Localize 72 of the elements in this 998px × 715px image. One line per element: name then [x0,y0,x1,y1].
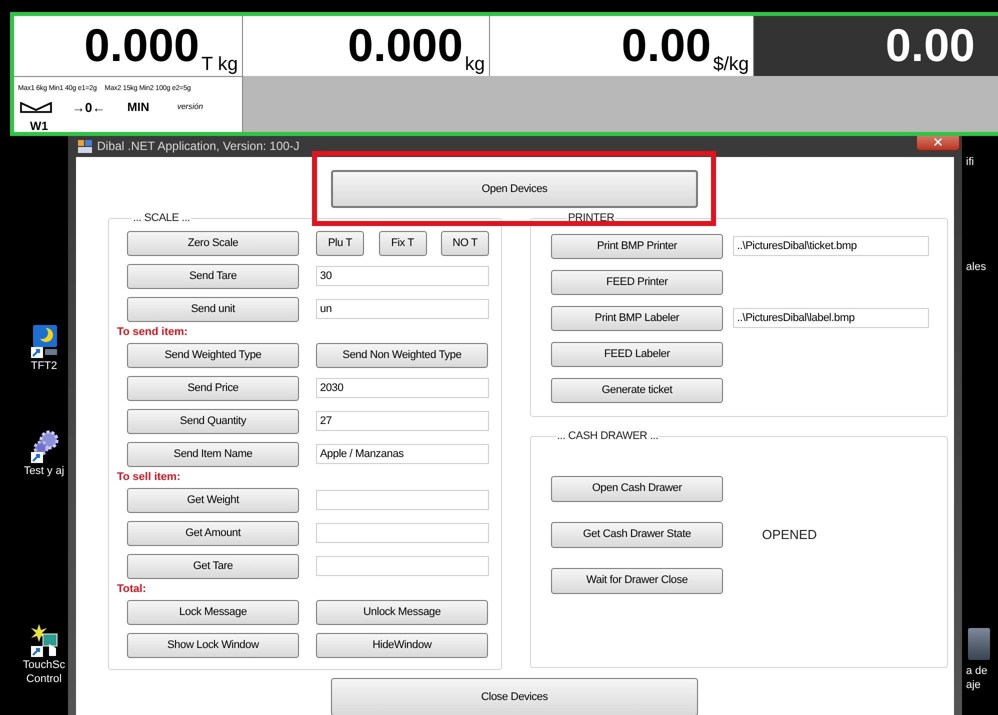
drawer-status: OPENED [762,526,817,544]
text-field[interactable]: 2030 [316,378,489,398]
text-field[interactable] [316,556,489,576]
action-button[interactable]: Open Devices [331,170,698,208]
action-button[interactable]: Wait for Drawer Close [551,568,723,594]
touch-screen-icon[interactable] [29,622,59,658]
action-button[interactable]: Print BMP Printer [551,234,723,258]
text-field[interactable]: ..\PicturesDibal\label.bmp [733,308,929,328]
action-button[interactable]: Send Non Weighted Type [316,342,488,368]
group-title: ... SCALE ... [132,211,191,226]
action-button[interactable]: FEED Labeler [551,342,723,366]
desktop-icon-label: ales [966,260,986,274]
text-field[interactable]: un [316,299,489,319]
action-button[interactable]: Send Tare [127,264,299,288]
desktop-icon-label: Test y aj [24,464,64,478]
action-button[interactable]: Get Amount [127,520,299,546]
action-button[interactable]: Generate ticket [551,378,723,402]
display-value: 0.000 [84,22,200,68]
desktop-icon-label: aje [966,678,982,692]
action-button[interactable]: NO T [441,230,489,256]
desktop-icon-label: TouchSc [22,658,66,672]
desktop-icon-label: TFT2 [30,359,58,373]
text-field[interactable] [316,490,489,510]
display-value: 0.00 [885,22,975,68]
section-heading: To send item: [117,326,189,338]
scale-id: W1 [30,120,49,132]
gears-icon[interactable] [29,428,59,464]
section-heading: Total: [117,582,148,596]
action-button[interactable]: Open Cash Drawer [551,476,723,502]
desktop-icon-label: Control [26,672,62,686]
action-button[interactable]: Plu T [316,230,364,256]
display-unit: $/kg [713,54,749,74]
action-button[interactable]: Send unit [127,296,299,322]
action-button[interactable]: Print BMP Labeler [551,306,723,330]
zero-indicator: →0← [72,98,106,116]
desktop-icon-label: ifi [966,155,974,169]
action-button[interactable]: Unlock Message [316,600,488,624]
text-field[interactable] [316,523,489,543]
min-indicator: MIN [127,99,150,116]
text-field[interactable]: Apple / Manzanas [316,444,489,464]
stability-icon [20,102,52,113]
app-icon [78,140,92,152]
action-button[interactable]: FEED Printer [551,270,723,294]
action-button[interactable]: Get Cash Drawer State [551,522,723,548]
display-value: 0.00 [622,22,712,68]
group-title: ... CASH DRAWER ... [556,429,660,444]
group-title: PRINTER [567,211,616,226]
action-button[interactable]: Get Tare [127,554,299,578]
action-button[interactable]: Send Price [127,376,299,400]
desktop-icon-label: a de [966,664,988,678]
moon-app-icon[interactable] [29,323,59,359]
window-title: Dibal .NET Application, Version: 100-J [97,138,300,155]
close-icon [932,136,944,148]
action-button[interactable]: Close Devices [331,678,698,715]
text-field[interactable]: 30 [316,266,489,286]
action-button[interactable]: Show Lock Window [127,632,299,658]
text-field[interactable]: ..\PicturesDibal\ticket.bmp [733,236,929,256]
section-heading: To sell item: [117,470,182,484]
display-unit: T kg [201,54,238,74]
action-button[interactable]: Send Weighted Type [127,342,299,368]
action-button[interactable]: Send Item Name [127,442,299,466]
display-value: 0.000 [348,22,463,68]
action-button[interactable]: Zero Scale [127,230,299,256]
action-button[interactable]: Fix T [378,230,426,256]
text-field[interactable]: 27 [316,411,489,431]
action-button[interactable]: Lock Message [127,600,299,624]
version-label: versión [177,101,204,114]
action-button[interactable]: HideWindow [316,632,488,658]
display-unit: kg [464,54,485,74]
action-button[interactable]: Send Quantity [127,408,299,434]
desktop-icon-fragment [968,628,990,660]
action-button[interactable]: Get Weight [127,488,299,512]
